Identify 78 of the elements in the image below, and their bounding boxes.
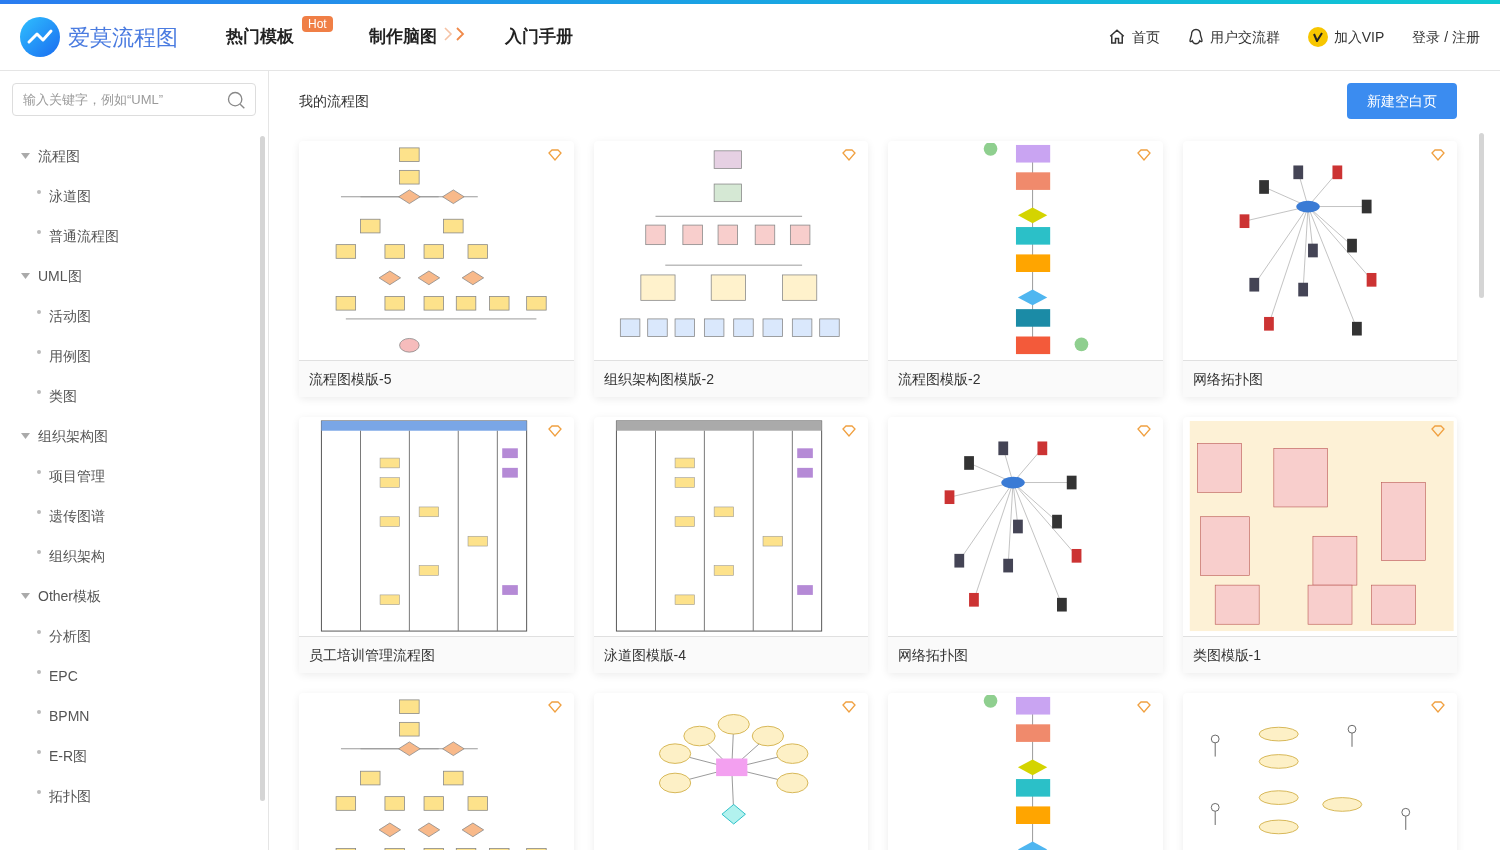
bullet-icon (37, 710, 41, 714)
subcategory-item[interactable]: 活动图 (0, 296, 260, 336)
bullet-icon (37, 790, 41, 794)
subcategory-item[interactable]: BPMN (0, 696, 260, 736)
subcategory-item[interactable]: 组织架构 (0, 536, 260, 576)
section-title: 我的流程图 (299, 91, 369, 111)
subcategory-item[interactable]: 项目管理 (0, 456, 260, 496)
template-card[interactable]: 泳道图模版-4 (593, 417, 868, 673)
template-card[interactable]: 类图模版-1 (1182, 417, 1457, 673)
nav-link[interactable]: 热门模板 (226, 24, 294, 50)
bullet-icon (37, 470, 41, 474)
bullet-icon (37, 310, 41, 314)
card-title: 组织架构图模版-2 (603, 369, 714, 389)
card-title: 泳道图模版-4 (603, 645, 686, 665)
subcategory-item[interactable]: 类图 (0, 376, 260, 416)
category-item[interactable]: UML图 (0, 256, 260, 296)
card-title: 流程图模版-2 (898, 369, 981, 389)
card-title: 网络拓扑图 (898, 645, 968, 665)
header-link[interactable]: 用户交流群 (1187, 26, 1280, 48)
diamond-icon (547, 701, 562, 713)
category-item[interactable]: 流程图 (0, 136, 260, 176)
diamond-icon (547, 425, 562, 437)
subcategory-item[interactable]: E-R图 (0, 736, 260, 776)
home-icon (1107, 28, 1126, 46)
bullet-icon (37, 550, 41, 554)
diamond-icon (842, 701, 856, 713)
bullet-icon (37, 350, 41, 354)
template-card[interactable]: 流程图模版-5 (299, 141, 574, 397)
category-item[interactable]: 组织架构图 (0, 416, 260, 456)
diamond-icon (1431, 701, 1445, 713)
diamond-icon (1136, 149, 1151, 161)
header-link[interactable]: 首页 (1107, 26, 1160, 48)
template-card[interactable] (1182, 693, 1457, 850)
bullet-icon (37, 190, 41, 194)
hot-badge: Hot (302, 16, 333, 33)
diamond-icon (1431, 149, 1445, 161)
subcategory-item[interactable]: EPC (0, 656, 260, 696)
nav-link[interactable]: 入门手册 (504, 24, 573, 50)
header-link[interactable]: 登录 / 注册 (1412, 26, 1480, 48)
search-icon (226, 90, 246, 110)
subcategory-item[interactable]: 拓扑图 (0, 776, 260, 816)
diamond-icon (547, 149, 562, 161)
template-card[interactable] (593, 693, 868, 850)
penguin-icon (1187, 28, 1204, 46)
card-title: 流程图模版-5 (309, 369, 392, 389)
subcategory-item[interactable]: 泳道图 (0, 176, 260, 216)
card-title: 网络拓扑图 (1192, 369, 1263, 389)
template-card[interactable]: 员工培训管理流程图 (299, 417, 574, 673)
diamond-icon (842, 149, 856, 161)
template-card[interactable]: 网络拓扑图 (1182, 141, 1457, 397)
template-card[interactable] (299, 693, 574, 850)
logo-icon (20, 17, 60, 57)
diamond-icon (1136, 425, 1151, 437)
header-link[interactable]: 加入VIP (1307, 26, 1385, 48)
bullet-icon (37, 670, 41, 674)
card-title: 类图模版-1 (1192, 645, 1261, 665)
subcategory-item[interactable]: 用例图 (0, 336, 260, 376)
subcategory-item[interactable]: 普通流程图 (0, 216, 260, 256)
template-card[interactable]: 网络拓扑图 (888, 417, 1163, 673)
card-title: 员工培训管理流程图 (309, 645, 435, 665)
bullet-icon (37, 230, 41, 234)
search-field[interactable]: 输入关键字，例如“UML” (12, 83, 256, 116)
logo-text: 爱莫流程图 (68, 23, 178, 52)
bullet-icon (37, 390, 41, 394)
diamond-icon (1136, 701, 1151, 713)
nav-link[interactable]: 制作脑图 (368, 24, 437, 50)
subcategory-item[interactable]: 分析图 (0, 616, 260, 656)
bullet-icon (37, 750, 41, 754)
vip-icon (1307, 27, 1328, 47)
diamond-icon (1431, 425, 1445, 437)
template-card[interactable] (888, 693, 1163, 850)
template-card[interactable]: 组织架构图模版-2 (593, 141, 868, 397)
bullet-icon (37, 630, 41, 634)
subcategory-item[interactable]: 遗传图谱 (0, 496, 260, 536)
diamond-icon (842, 425, 856, 437)
category-item[interactable]: Other模板 (0, 576, 260, 616)
template-card[interactable]: 流程图模版-2 (888, 141, 1163, 397)
bullet-icon (37, 510, 41, 514)
